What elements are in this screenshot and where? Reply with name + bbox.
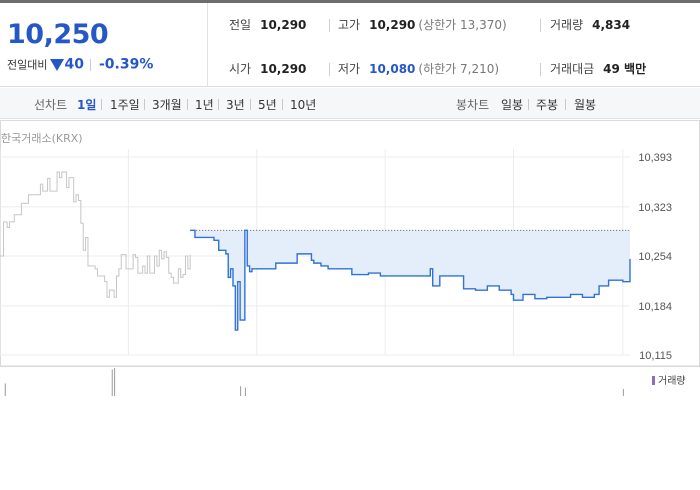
y-tick-label: 10,393 <box>638 152 672 164</box>
volume-bar <box>4 383 6 396</box>
volume-bar <box>240 386 242 396</box>
y-tick-label: 10,323 <box>638 202 672 214</box>
price-chart: 10,393 10,323 10,254 10,184 10,115 <box>0 120 700 396</box>
volume-bar <box>111 369 113 396</box>
previous-price-line <box>0 171 191 298</box>
y-tick-label: 10,254 <box>638 251 672 263</box>
volume-bar <box>244 387 246 396</box>
volume-bar <box>114 368 116 396</box>
volume-legend: 거래량 <box>652 372 686 387</box>
price-area-fill <box>190 230 631 331</box>
volume-legend-swatch <box>652 376 655 385</box>
y-tick-label: 10,115 <box>639 350 672 362</box>
y-tick-label: 10,184 <box>638 301 672 313</box>
volume-bar <box>622 389 624 396</box>
volume-legend-label: 거래량 <box>658 376 686 387</box>
